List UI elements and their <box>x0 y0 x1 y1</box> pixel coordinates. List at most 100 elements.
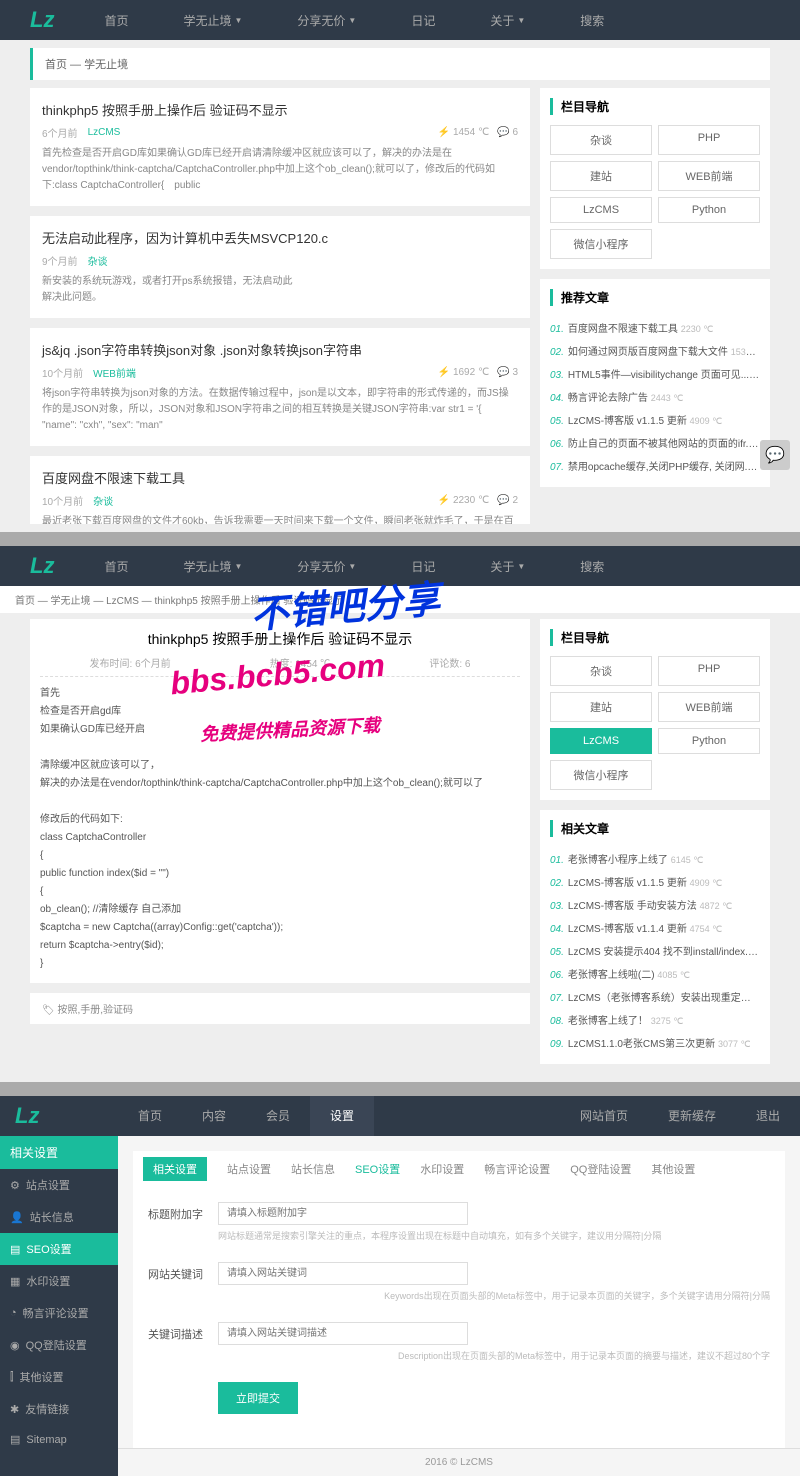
nav-search[interactable]: 搜索 <box>580 12 604 29</box>
top-nav: Lz 首页 学无止境▼ 分享无价▼ 日记 关于▼ 搜索 <box>0 0 800 40</box>
article-excerpt: 首先检查是否开启GD库如果确认GD库已经开启请清除缓冲区就应该可以了，解决的办法… <box>42 146 518 194</box>
list-item[interactable]: 07.禁用opcache缓存,关闭PHP缓存, 关闭网... 3297 ℃ <box>550 454 760 477</box>
category-button[interactable]: Python <box>658 728 760 754</box>
list-item[interactable]: 07.LzCMS（老张博客系统）安装出现重定向... 3670 ℃ <box>550 985 760 1008</box>
input-description[interactable] <box>218 1322 468 1345</box>
category-button[interactable]: 建站 <box>550 692 652 722</box>
breadcrumb: 首页 — 学无止境 — LzCMS — thinkphp5 按照手册上操作后 验… <box>0 586 800 613</box>
sidebar-item-links[interactable]: ✱友情链接 <box>0 1393 118 1425</box>
nav-share[interactable]: 分享无价▼ <box>297 12 356 29</box>
sidebar-item-owner[interactable]: 👤站长信息 <box>0 1201 118 1233</box>
nav-about[interactable]: 关于▼ <box>490 12 525 29</box>
list-item[interactable]: 04.LzCMS-博客版 v1.1.4 更新 4754 ℃ <box>550 916 760 939</box>
article-title[interactable]: thinkphp5 按照手册上操作后 验证码不显示 <box>42 100 518 119</box>
list-item[interactable]: 01.老张博客小程序上线了 6145 ℃ <box>550 847 760 870</box>
category-button[interactable]: 微信小程序 <box>550 760 652 790</box>
logo[interactable]: Lz <box>30 7 54 33</box>
category-button[interactable]: WEB前端 <box>658 161 760 191</box>
category-button[interactable]: WEB前端 <box>658 692 760 722</box>
list-item[interactable]: 02.LzCMS-博客版 v1.1.5 更新 4909 ℃ <box>550 870 760 893</box>
nav-search[interactable]: 搜索 <box>580 558 604 575</box>
nav-learn[interactable]: 学无止境▼ <box>183 12 242 29</box>
tab-related[interactable]: 相关设置 <box>143 1157 207 1181</box>
admin-link-logout[interactable]: 退出 <box>736 1096 800 1136</box>
tab-comment[interactable]: 畅言评论设置 <box>484 1161 550 1177</box>
sidebar-item-qqlogin[interactable]: ◉QQ登陆设置 <box>0 1329 118 1361</box>
input-keywords[interactable] <box>218 1262 468 1285</box>
tab-watermark[interactable]: 水印设置 <box>420 1161 464 1177</box>
article-card[interactable]: thinkphp5 按照手册上操作后 验证码不显示 6个月前LzCMS⚡ 145… <box>30 88 530 206</box>
caret-down-icon: ▼ <box>348 16 356 25</box>
article-title[interactable]: 百度网盘不限速下载工具 <box>42 468 518 487</box>
nav-diary[interactable]: 日记 <box>411 558 435 575</box>
list-item[interactable]: 03.HTML5事件—visibilitychange 页面可见... 2136… <box>550 362 760 385</box>
panel-title: 相关文章 <box>550 820 760 837</box>
panel-title: 栏目导航 <box>550 629 760 646</box>
panel-title: 推荐文章 <box>550 289 760 306</box>
admin-sidebar: Lz 相关设置 ⚙站点设置 👤站长信息 ▤SEO设置 ▦水印设置 ◔畅言评论设置… <box>0 1096 118 1476</box>
sidebar-item-other[interactable]: ⫿其他设置 <box>0 1361 118 1393</box>
input-title-suffix[interactable] <box>218 1202 468 1225</box>
nav-home[interactable]: 首页 <box>104 12 128 29</box>
submit-button[interactable]: 立即提交 <box>218 1382 298 1414</box>
doc-icon: ▤ <box>10 1243 20 1256</box>
article-card[interactable]: 无法启动此程序，因为计算机中丢失MSVCP120.c 9个月前杂谈 新安装的系统… <box>30 216 530 318</box>
feedback-button[interactable]: 💬 <box>760 440 790 470</box>
category-button[interactable]: 杂谈 <box>550 656 652 686</box>
article-title[interactable]: 无法启动此程序，因为计算机中丢失MSVCP120.c <box>42 228 518 247</box>
top-nav: Lz 首页 学无止境▼ 分享无价▼ 日记 关于▼ 搜索 <box>0 546 800 586</box>
logo[interactable]: Lz <box>30 553 54 579</box>
list-item[interactable]: 09.LzCMS1.1.0老张CMS第三次更新 3077 ℃ <box>550 1031 760 1054</box>
tab-seo[interactable]: SEO设置 <box>355 1161 400 1177</box>
admin-link-cache[interactable]: 更新缓存 <box>648 1096 736 1136</box>
admin-link-site[interactable]: 网站首页 <box>560 1096 648 1136</box>
list-item[interactable]: 05.LzCMS-博客版 v1.1.5 更新 4909 ℃ <box>550 408 760 431</box>
nav-share[interactable]: 分享无价▼ <box>297 558 356 575</box>
nav-home[interactable]: 首页 <box>104 558 128 575</box>
hint-text: Description出现在页面头部的Meta标签中，用于记录本页面的摘要与描述… <box>218 1349 770 1362</box>
article-excerpt: 将json字符串转换为json对象的方法。在数据传输过程中，json是以文本，即… <box>42 386 518 434</box>
admin-tab-content[interactable]: 内容 <box>182 1096 246 1136</box>
sidebar-item-comment[interactable]: ◔畅言评论设置 <box>0 1297 118 1329</box>
nav-diary[interactable]: 日记 <box>411 12 435 29</box>
logo[interactable]: Lz <box>15 1103 39 1129</box>
article-title: thinkphp5 按照手册上操作后 验证码不显示 <box>40 629 520 649</box>
admin-tab-home[interactable]: 首页 <box>118 1096 182 1136</box>
sidebar-item-watermark[interactable]: ▦水印设置 <box>0 1265 118 1297</box>
list-item[interactable]: 08.老张博客上线了！ 3275 ℃ <box>550 1008 760 1031</box>
qq-icon: ◉ <box>10 1339 20 1352</box>
article-title[interactable]: js&jq .json字符串转换json对象 .json对象转换json字符串 <box>42 340 518 359</box>
link-icon: ✱ <box>10 1403 19 1416</box>
list-item[interactable]: 02.如何通过网页版百度网盘下载大文件 1530 ℃ <box>550 339 760 362</box>
sidebar-item-site[interactable]: ⚙站点设置 <box>0 1169 118 1201</box>
category-button[interactable]: LzCMS <box>550 728 652 754</box>
article-card[interactable]: js&jq .json字符串转换json对象 .json对象转换json字符串 … <box>30 328 530 446</box>
tab-owner[interactable]: 站长信息 <box>291 1161 335 1177</box>
list-item[interactable]: 06.老张博客上线啦(二) 4085 ℃ <box>550 962 760 985</box>
sidebar-item-sitemap[interactable]: ▤Sitemap <box>0 1425 118 1454</box>
article-card[interactable]: 百度网盘不限速下载工具 10个月前杂谈⚡ 2230 ℃💬 2 最近老张下载百度网… <box>30 456 530 524</box>
admin-tab-setting[interactable]: 设置 <box>310 1096 374 1136</box>
category-button[interactable]: Python <box>658 197 760 223</box>
category-button[interactable]: 杂谈 <box>550 125 652 155</box>
gear-icon: ⚙ <box>10 1179 20 1192</box>
nav-about[interactable]: 关于▼ <box>490 558 525 575</box>
list-item[interactable]: 03.LzCMS-博客版 手动安装方法 4872 ℃ <box>550 893 760 916</box>
list-item[interactable]: 05.LzCMS 安装提示404 找不到install/index... 430… <box>550 939 760 962</box>
list-item[interactable]: 04.畅言评论去除广告 2443 ℃ <box>550 385 760 408</box>
list-item[interactable]: 01.百度网盘不限速下载工具 2230 ℃ <box>550 316 760 339</box>
tab-other[interactable]: 其他设置 <box>651 1161 695 1177</box>
caret-down-icon: ▼ <box>517 16 525 25</box>
sidebar-item-seo[interactable]: ▤SEO设置 <box>0 1233 118 1265</box>
category-button[interactable]: 建站 <box>550 161 652 191</box>
tab-qq[interactable]: QQ登陆设置 <box>570 1161 631 1177</box>
list-item[interactable]: 06.防止自己的页面不被其他网站的页面的ifr... 2074 ℃ <box>550 431 760 454</box>
tab-site[interactable]: 站点设置 <box>227 1161 271 1177</box>
admin-tab-member[interactable]: 会员 <box>246 1096 310 1136</box>
nav-learn[interactable]: 学无止境▼ <box>183 558 242 575</box>
category-button[interactable]: PHP <box>658 125 760 155</box>
category-button[interactable]: PHP <box>658 656 760 686</box>
category-button[interactable]: LzCMS <box>550 197 652 223</box>
category-button[interactable]: 微信小程序 <box>550 229 652 259</box>
label-title-suffix: 标题附加字 <box>148 1202 218 1222</box>
